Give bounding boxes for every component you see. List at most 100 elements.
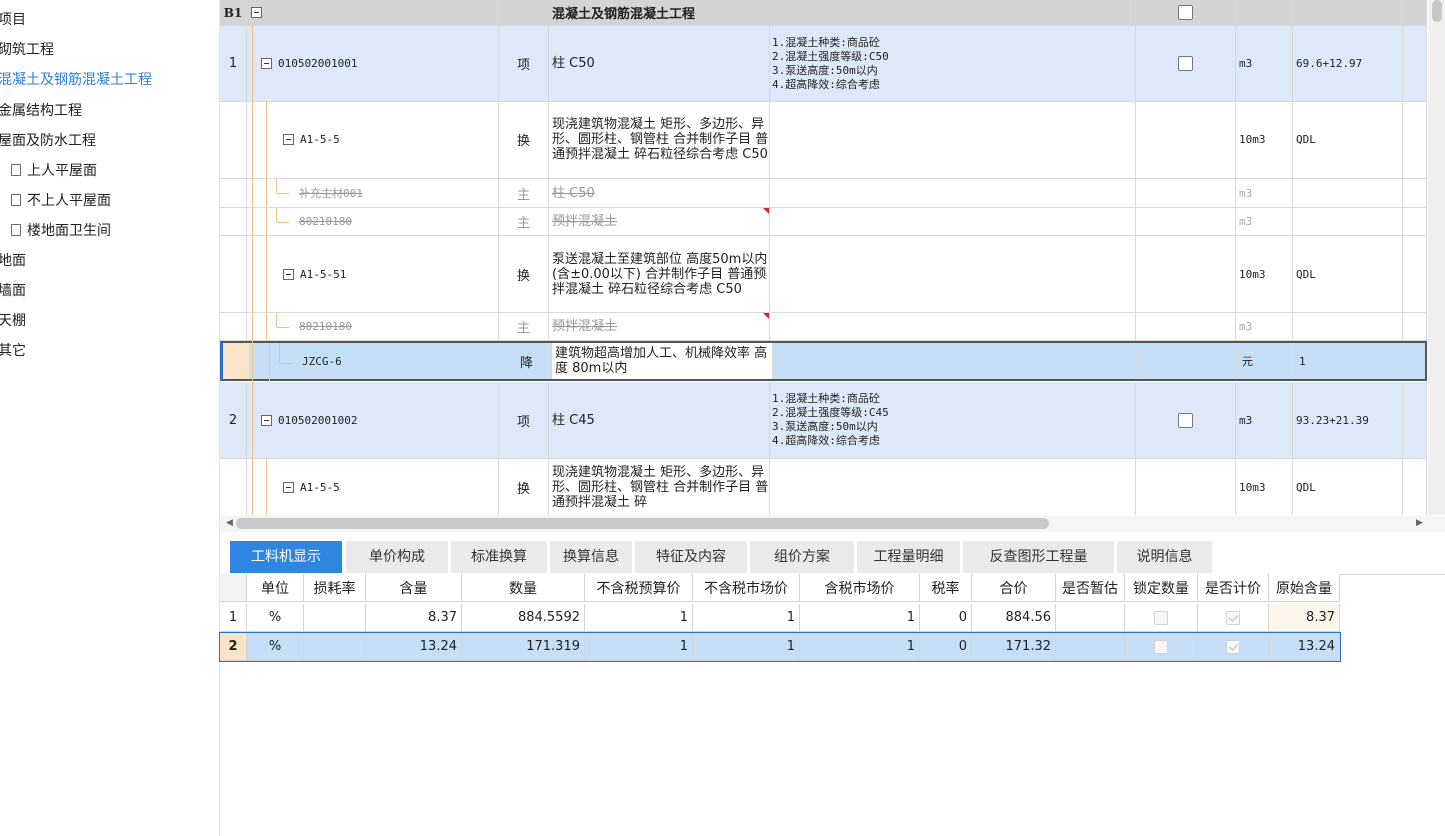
row-name[interactable]: 预拌混凝土: [549, 313, 770, 340]
grid-row[interactable]: 1 010502001001 项柱 C50 1.混凝土种类:商品砼 2.混凝土强度等级:…: [220, 26, 1427, 102]
horizontal-scroll-thumb[interactable]: [236, 518, 1049, 529]
tax-rate-cell[interactable]: 0: [920, 604, 972, 632]
tab-8[interactable]: 说明信息: [1117, 541, 1212, 573]
budget-price-cell[interactable]: 1: [585, 604, 693, 632]
tax-market-price-cell[interactable]: 1: [800, 633, 920, 661]
tree-item-6[interactable]: 不上人平屋面: [10, 186, 111, 216]
collapse-icon[interactable]: [261, 414, 272, 426]
tax-rate-cell[interactable]: 0: [920, 633, 972, 661]
tax-market-price-cell[interactable]: 1: [800, 604, 920, 632]
vertical-scrollbar[interactable]: [1428, 0, 1445, 515]
checkbox[interactable]: [1154, 610, 1168, 625]
tree-item-4[interactable]: 屋面及防水工程: [0, 126, 96, 156]
tree-item-3[interactable]: 金属结构工程: [0, 96, 82, 126]
row-end: [1403, 208, 1427, 235]
resource-row[interactable]: 2% 13.24 171.319 1 1 1 0 171.32 13.24: [219, 632, 1341, 662]
checkbox[interactable]: [1226, 639, 1240, 654]
tree-item-7[interactable]: 楼地面卫生间: [10, 216, 111, 246]
row-number: [220, 459, 247, 515]
tree-item-1[interactable]: 砌筑工程: [0, 35, 54, 65]
row-name[interactable]: 柱 C50: [549, 179, 770, 207]
checkbox[interactable]: [1154, 639, 1168, 654]
row-number: [223, 343, 250, 379]
scroll-left-arrow-icon[interactable]: ◀: [226, 518, 233, 528]
name-text: 柱 C50: [552, 185, 595, 201]
tree-item-8[interactable]: 地面: [0, 246, 26, 276]
row-unit: 10m3: [1236, 459, 1293, 515]
grid-row[interactable]: A1-5-51 换泵送混凝土至建筑部位 高度50m以内(含±0.00以下) 合并制…: [220, 236, 1427, 313]
tab-3[interactable]: 换算信息: [550, 541, 632, 573]
unit-cell: %: [247, 604, 304, 632]
tree-item-2[interactable]: 混凝土及钢筋混凝土工程: [0, 65, 152, 95]
section-number: B1: [220, 0, 247, 25]
temp-cell[interactable]: [1056, 633, 1125, 661]
collapse-icon[interactable]: [251, 7, 262, 18]
code-text: JZCG-6: [302, 354, 342, 368]
row-name[interactable]: 现浇建筑物混凝土 矩形、多边形、异形、圆形柱、钢管柱 合并制作子目 普通预拌混凝…: [549, 101, 770, 178]
row-checkbox[interactable]: [1178, 56, 1193, 71]
tab-0[interactable]: 工料机显示: [230, 541, 342, 573]
grid-row[interactable]: 补充主材001 主柱 C50 m3: [220, 179, 1427, 208]
tab-2[interactable]: 标准换算: [451, 541, 547, 573]
budget-price-cell[interactable]: 1: [585, 633, 693, 661]
row-end: [1403, 179, 1427, 207]
tree-line: [276, 179, 277, 193]
tree-item-10[interactable]: 天棚: [0, 306, 26, 336]
tab-7[interactable]: 反查图形工程量: [963, 541, 1114, 573]
code-text: 010502001002: [278, 413, 358, 427]
temp-cell[interactable]: [1056, 604, 1125, 632]
resource-row[interactable]: 1% 8.37 884.5592 1 1 1 0 884.56 8.37: [220, 604, 1340, 632]
collapse-icon[interactable]: [283, 481, 294, 493]
content-cell[interactable]: 13.24: [366, 633, 462, 661]
row-checkbox-cell: [1136, 313, 1236, 340]
row-name[interactable]: 建筑物超高增加人工、机械降效率 高度 80m以内: [552, 343, 773, 379]
tab-1[interactable]: 单价构成: [346, 541, 448, 573]
tree-line: [266, 313, 267, 340]
checkbox[interactable]: [1178, 5, 1193, 20]
market-price-cell[interactable]: 1: [693, 604, 800, 632]
tree-item-label: 墙面: [0, 283, 26, 299]
tab-4[interactable]: 特征及内容: [635, 541, 747, 573]
lock-checkbox-cell: [1125, 633, 1198, 661]
quantity-cell[interactable]: 171.319: [462, 633, 585, 661]
row-name[interactable]: 泵送混凝土至建筑部位 高度50m以内(含±0.00以下) 合并制作子目 普通预拌…: [549, 236, 770, 312]
code-text: 010502001001: [278, 57, 358, 70]
grid-row[interactable]: JZCG-6 降建筑物超高增加人工、机械降效率 高度 80m以内 元 1: [220, 341, 1427, 383]
row-features: 1.混凝土种类:商品砼 2.混凝土强度等级:C50 3.泵送高度:50m以内 4.超高…: [770, 26, 1136, 101]
vertical-scroll-thumb[interactable]: [1432, 0, 1442, 22]
tab-5[interactable]: 组价方案: [750, 541, 854, 573]
row-number: 2: [220, 382, 247, 458]
market-price-cell[interactable]: 1: [693, 633, 800, 661]
column-header: 含税市场价: [800, 574, 920, 602]
tree-item-9[interactable]: 墙面: [0, 276, 26, 306]
row-name[interactable]: 现浇建筑物混凝土 矩形、多边形、异形、圆形柱、钢管柱 合并制作子目 普通预拌混凝…: [549, 459, 770, 515]
content-cell[interactable]: 8.37: [366, 604, 462, 632]
row-quantity: QDL: [1293, 236, 1403, 312]
grid-row[interactable]: A1-5-5 换现浇建筑物混凝土 矩形、多边形、异形、圆形柱、钢管柱 合并制作子目…: [220, 459, 1427, 515]
row-name[interactable]: 柱 C45: [549, 382, 770, 458]
column-header: 是否暂估: [1056, 574, 1125, 602]
tree-line: [276, 313, 277, 327]
row-name[interactable]: 柱 C50: [549, 26, 770, 101]
tab-6[interactable]: 工程量明细: [857, 541, 960, 573]
tree-item-0[interactable]: 项目: [0, 5, 26, 35]
row-checkbox[interactable]: [1178, 412, 1193, 428]
grid-row[interactable]: A1-5-5 换现浇建筑物混凝土 矩形、多边形、异形、圆形柱、钢管柱 合并制作子目…: [220, 101, 1427, 179]
grid-row[interactable]: 2 010502001002 项柱 C45 1.混凝土种类:商品砼 2.混凝土强度等级:…: [220, 382, 1427, 459]
collapse-icon[interactable]: [261, 58, 272, 69]
tree-item-5[interactable]: 上人平屋面: [10, 156, 97, 186]
checkbox[interactable]: [1226, 610, 1240, 625]
row-features: [770, 179, 1136, 207]
collapse-icon[interactable]: [283, 134, 294, 145]
grid-row[interactable]: 80210180 主预拌混凝土 m3: [220, 313, 1427, 341]
collapse-icon[interactable]: [283, 268, 294, 280]
quantity-cell[interactable]: 884.5592: [462, 604, 585, 632]
section-row[interactable]: B1 混凝土及钢筋混凝土工程: [220, 0, 1427, 26]
row-category: 换: [499, 101, 549, 178]
row-name[interactable]: 预拌混凝土: [549, 208, 770, 235]
row-category: 换: [499, 459, 549, 515]
grid-row[interactable]: 80210180 主预拌混凝土 m3: [220, 208, 1427, 236]
scroll-right-arrow-icon[interactable]: ▶: [1416, 518, 1423, 528]
tree-line: [279, 343, 280, 363]
tree-item-11[interactable]: 其它: [0, 336, 26, 366]
